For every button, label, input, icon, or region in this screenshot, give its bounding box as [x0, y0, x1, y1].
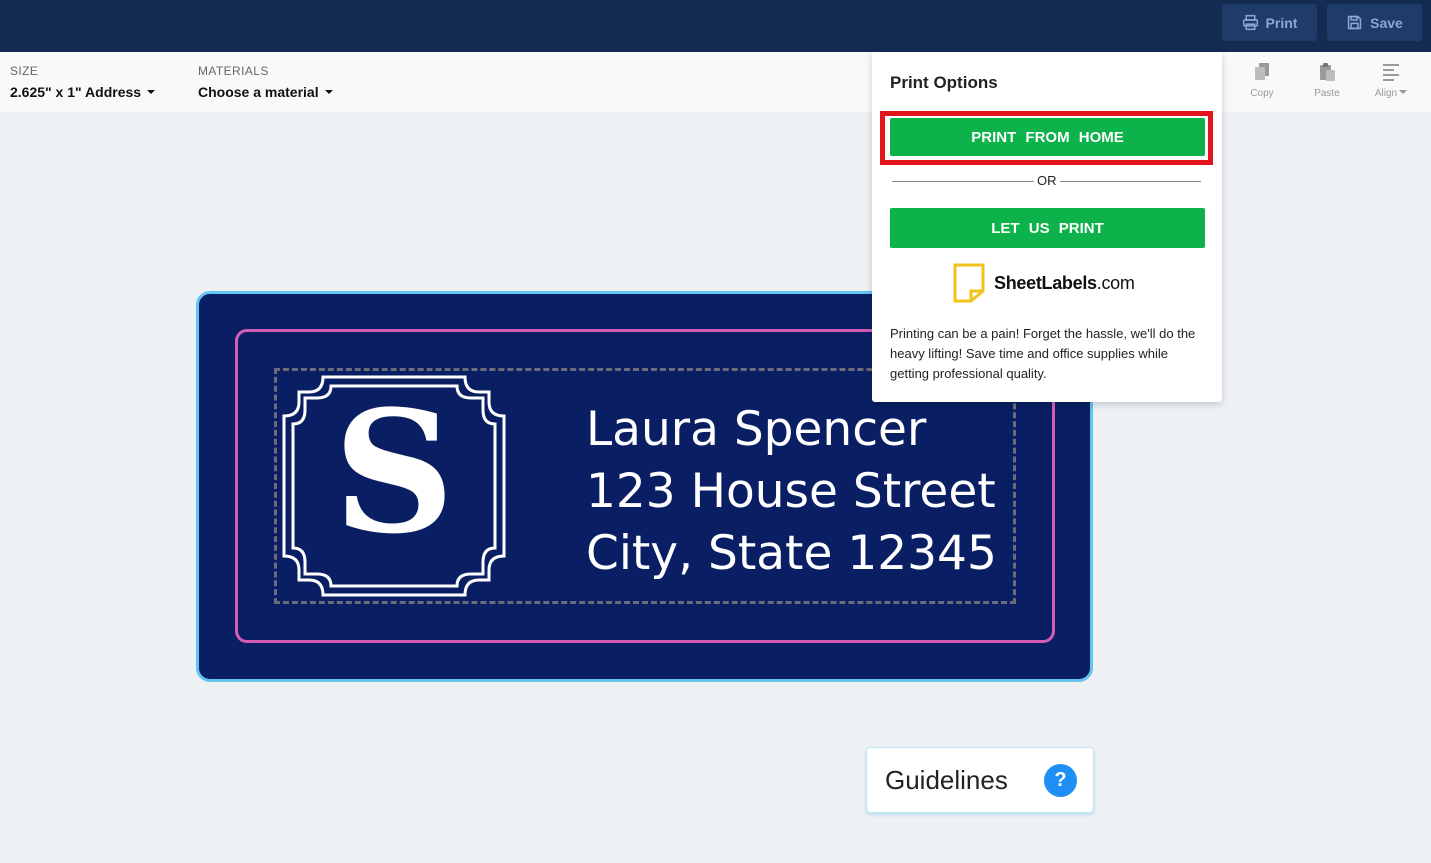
- brand-tld: .com: [1096, 272, 1135, 293]
- let-us-print-button[interactable]: LET US PRINT: [890, 208, 1205, 248]
- help-icon: ?: [1044, 764, 1077, 797]
- chevron-down-icon: [1399, 90, 1408, 94]
- print-from-home-button[interactable]: PRINT FROM HOME: [890, 118, 1205, 156]
- align-label: Align: [1374, 88, 1398, 99]
- chevron-down-icon: [324, 90, 333, 94]
- size-selector[interactable]: SIZE 2.625" x 1" Address: [10, 64, 156, 100]
- materials-value: Choose a material: [198, 84, 319, 100]
- printer-icon: [1242, 14, 1258, 31]
- address-line-city: City, State 12345: [586, 526, 997, 581]
- address-line-name: Laura Spencer: [586, 402, 927, 457]
- size-value: 2.625" x 1" Address: [10, 84, 142, 100]
- copy-tool[interactable]: Copy: [1237, 62, 1287, 99]
- paste-label: Paste: [1314, 88, 1340, 99]
- print-options-popup: Print Options PRINT FROM HOME OR LET US …: [872, 52, 1222, 402]
- save-icon: [1347, 15, 1362, 30]
- align-tool[interactable]: Align: [1366, 62, 1416, 99]
- popup-description: Printing can be a pain! Forget the hassl…: [890, 326, 1196, 381]
- save-button[interactable]: Save: [1327, 4, 1422, 41]
- top-bar: Print Save: [0, 0, 1431, 52]
- materials-label: MATERIALS: [198, 64, 269, 78]
- print-button-label: Print: [1265, 14, 1298, 31]
- address-text[interactable]: Laura Spencer 123 House Street City, Sta…: [586, 399, 997, 585]
- guidelines-label: Guidelines: [885, 764, 1008, 795]
- size-label: SIZE: [10, 64, 39, 78]
- guidelines-button[interactable]: Guidelines ?: [866, 747, 1094, 813]
- address-line-street: 123 House Street: [586, 464, 996, 519]
- paste-icon: [1320, 63, 1335, 81]
- chevron-down-icon: [147, 90, 156, 94]
- save-button-label: Save: [1370, 14, 1403, 31]
- brand-name: SheetLabels.com: [994, 273, 1135, 294]
- copy-icon: [1255, 63, 1269, 80]
- print-button[interactable]: Print: [1222, 4, 1317, 41]
- sheetlabels-logo[interactable]: SheetLabels.com: [952, 263, 1135, 303]
- popup-title: Print Options: [890, 73, 998, 92]
- materials-dropdown[interactable]: Choose a material: [198, 84, 333, 100]
- size-dropdown[interactable]: 2.625" x 1" Address: [10, 84, 156, 100]
- align-icon: [1383, 64, 1399, 81]
- monogram-letter[interactable]: S: [281, 388, 507, 556]
- copy-label: Copy: [1250, 88, 1274, 99]
- brand-name-main: SheetLabels: [994, 272, 1097, 293]
- sheetlabels-logo-icon: [953, 263, 985, 303]
- paste-tool[interactable]: Paste: [1302, 62, 1352, 99]
- materials-selector[interactable]: MATERIALS Choose a material: [198, 64, 333, 100]
- or-separator: OR: [1034, 173, 1060, 188]
